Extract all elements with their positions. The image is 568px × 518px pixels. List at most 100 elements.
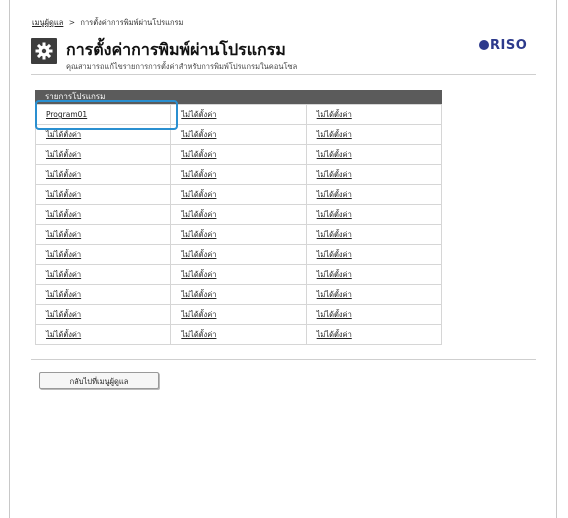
breadcrumb-admin-menu-link[interactable]: เมนูผู้ดูแล	[32, 18, 63, 27]
program-cell: ไม่ได้ตั้งค่า	[34, 284, 172, 305]
program-cell: ไม่ได้ตั้งค่า	[170, 144, 307, 165]
program-link[interactable]: ไม่ได้ตั้งค่า	[317, 130, 352, 139]
program-link[interactable]: ไม่ได้ตั้งค่า	[46, 250, 81, 259]
program-link[interactable]: Program01	[46, 110, 87, 119]
program-list: รายการโปรแกรม Program01 ไม่ได้ตั้งค่า ไม่ไ…	[34, 90, 443, 345]
program-link[interactable]: ไม่ได้ตั้งค่า	[46, 210, 81, 219]
program-cell: ไม่ได้ตั้งค่า	[305, 244, 443, 265]
program-list-header: รายการโปรแกรม	[35, 90, 442, 104]
program-link[interactable]: ไม่ได้ตั้งค่า	[181, 130, 216, 139]
program-link[interactable]: ไม่ได้ตั้งค่า	[46, 150, 81, 159]
program-cell: ไม่ได้ตั้งค่า	[170, 324, 307, 345]
table-row: ไม่ได้ตั้งค่า ไม่ได้ตั้งค่า ไม่ได้ตั้งค่า	[34, 184, 443, 205]
program-cell: ไม่ได้ตั้งค่า	[34, 224, 172, 245]
program-link[interactable]: ไม่ได้ตั้งค่า	[46, 270, 81, 279]
program-cell: ไม่ได้ตั้งค่า	[305, 164, 443, 185]
program-link[interactable]: ไม่ได้ตั้งค่า	[181, 230, 216, 239]
program-cell: ไม่ได้ตั้งค่า	[34, 184, 172, 205]
program-link[interactable]: ไม่ได้ตั้งค่า	[317, 310, 352, 319]
table-row: Program01 ไม่ได้ตั้งค่า ไม่ได้ตั้งค่า	[34, 104, 443, 125]
program-cell: ไม่ได้ตั้งค่า	[34, 124, 172, 145]
program-table: Program01 ไม่ได้ตั้งค่า ไม่ได้ตั้งค่า ไม่ได…	[34, 104, 443, 345]
program-link[interactable]: ไม่ได้ตั้งค่า	[181, 170, 216, 179]
table-row: ไม่ได้ตั้งค่า ไม่ได้ตั้งค่า ไม่ได้ตั้งค่า	[34, 304, 443, 325]
program-link[interactable]: ไม่ได้ตั้งค่า	[181, 210, 216, 219]
program-cell: ไม่ได้ตั้งค่า	[34, 164, 172, 185]
program-cell: ไม่ได้ตั้งค่า	[34, 144, 172, 165]
program-cell: ไม่ได้ตั้งค่า	[34, 264, 172, 285]
program-cell: ไม่ได้ตั้งค่า	[170, 304, 307, 325]
back-to-admin-menu-button[interactable]: กลับไปที่เมนูผู้ดูแล	[39, 372, 159, 389]
program-link[interactable]: ไม่ได้ตั้งค่า	[181, 190, 216, 199]
program-link[interactable]: ไม่ได้ตั้งค่า	[317, 210, 352, 219]
program-cell: ไม่ได้ตั้งค่า	[34, 304, 172, 325]
program-link[interactable]: ไม่ได้ตั้งค่า	[46, 130, 81, 139]
table-row: ไม่ได้ตั้งค่า ไม่ได้ตั้งค่า ไม่ได้ตั้งค่า	[34, 144, 443, 165]
program-link[interactable]: ไม่ได้ตั้งค่า	[317, 230, 352, 239]
program-link[interactable]: ไม่ได้ตั้งค่า	[181, 150, 216, 159]
breadcrumb-current: การตั้งค่าการพิมพ์ผ่านโปรแกรม	[80, 18, 184, 27]
riso-logo-text: RISO	[490, 38, 528, 53]
program-link[interactable]: ไม่ได้ตั้งค่า	[46, 230, 81, 239]
table-row: ไม่ได้ตั้งค่า ไม่ได้ตั้งค่า ไม่ได้ตั้งค่า	[34, 164, 443, 185]
program-cell: ไม่ได้ตั้งค่า	[305, 304, 443, 325]
riso-logo: RISO	[479, 38, 527, 53]
program-cell: ไม่ได้ตั้งค่า	[305, 264, 443, 285]
program-link[interactable]: ไม่ได้ตั้งค่า	[317, 270, 352, 279]
table-row: ไม่ได้ตั้งค่า ไม่ได้ตั้งค่า ไม่ได้ตั้งค่า	[34, 324, 443, 345]
table-row: ไม่ได้ตั้งค่า ไม่ได้ตั้งค่า ไม่ได้ตั้งค่า	[34, 224, 443, 245]
program-cell: ไม่ได้ตั้งค่า	[170, 184, 307, 205]
program-link[interactable]: ไม่ได้ตั้งค่า	[181, 110, 216, 119]
program-cell: ไม่ได้ตั้งค่า	[305, 124, 443, 145]
breadcrumb-separator: >	[68, 18, 76, 27]
program-cell: ไม่ได้ตั้งค่า	[305, 284, 443, 305]
program-cell: ไม่ได้ตั้งค่า	[305, 204, 443, 225]
program-cell: ไม่ได้ตั้งค่า	[305, 224, 443, 245]
program-link[interactable]: ไม่ได้ตั้งค่า	[46, 290, 81, 299]
program-link[interactable]: ไม่ได้ตั้งค่า	[317, 290, 352, 299]
program-cell: ไม่ได้ตั้งค่า	[170, 164, 307, 185]
program-cell: ไม่ได้ตั้งค่า	[34, 244, 172, 265]
program-link[interactable]: ไม่ได้ตั้งค่า	[46, 190, 81, 199]
riso-logo-mark-icon	[479, 40, 489, 50]
gear-icon	[31, 38, 57, 64]
program-link[interactable]: ไม่ได้ตั้งค่า	[317, 330, 352, 339]
program-cell: ไม่ได้ตั้งค่า	[305, 184, 443, 205]
program-cell: ไม่ได้ตั้งค่า	[170, 104, 307, 125]
program-cell: ไม่ได้ตั้งค่า	[305, 324, 443, 345]
table-row: ไม่ได้ตั้งค่า ไม่ได้ตั้งค่า ไม่ได้ตั้งค่า	[34, 124, 443, 145]
program-link[interactable]: ไม่ได้ตั้งค่า	[317, 150, 352, 159]
program-cell: ไม่ได้ตั้งค่า	[170, 284, 307, 305]
table-row: ไม่ได้ตั้งค่า ไม่ได้ตั้งค่า ไม่ได้ตั้งค่า	[34, 204, 443, 225]
footer-divider	[31, 359, 536, 360]
table-row: ไม่ได้ตั้งค่า ไม่ได้ตั้งค่า ไม่ได้ตั้งค่า	[34, 244, 443, 265]
program-cell: ไม่ได้ตั้งค่า	[305, 104, 443, 125]
table-row: ไม่ได้ตั้งค่า ไม่ได้ตั้งค่า ไม่ได้ตั้งค่า	[34, 284, 443, 305]
program-cell: ไม่ได้ตั้งค่า	[170, 244, 307, 265]
program-cell: ไม่ได้ตั้งค่า	[34, 204, 172, 225]
program-cell: ไม่ได้ตั้งค่า	[170, 204, 307, 225]
breadcrumb: เมนูผู้ดูแล > การตั้งค่าการพิมพ์ผ่านโปรแ…	[32, 17, 183, 29]
program-link[interactable]: ไม่ได้ตั้งค่า	[181, 290, 216, 299]
program-link[interactable]: ไม่ได้ตั้งค่า	[181, 250, 216, 259]
table-row: ไม่ได้ตั้งค่า ไม่ได้ตั้งค่า ไม่ได้ตั้งค่า	[34, 264, 443, 285]
program-link[interactable]: ไม่ได้ตั้งค่า	[181, 270, 216, 279]
program-cell: Program01	[34, 104, 172, 125]
program-link[interactable]: ไม่ได้ตั้งค่า	[317, 110, 352, 119]
program-link[interactable]: ไม่ได้ตั้งค่า	[181, 310, 216, 319]
program-cell: ไม่ได้ตั้งค่า	[170, 224, 307, 245]
program-cell: ไม่ได้ตั้งค่า	[34, 324, 172, 345]
program-link[interactable]: ไม่ได้ตั้งค่า	[46, 330, 81, 339]
program-link[interactable]: ไม่ได้ตั้งค่า	[317, 170, 352, 179]
program-cell: ไม่ได้ตั้งค่า	[305, 144, 443, 165]
program-link[interactable]: ไม่ได้ตั้งค่า	[317, 250, 352, 259]
page-subtitle: คุณสามารถแก้ไขรายการการตั้งค่าสำหรับการพ…	[66, 62, 298, 71]
program-link[interactable]: ไม่ได้ตั้งค่า	[317, 190, 352, 199]
program-link[interactable]: ไม่ได้ตั้งค่า	[181, 330, 216, 339]
header-divider	[31, 74, 536, 75]
page-title: การตั้งค่าการพิมพ์ผ่านโปรแกรม	[66, 40, 286, 59]
program-cell: ไม่ได้ตั้งค่า	[170, 124, 307, 145]
program-link[interactable]: ไม่ได้ตั้งค่า	[46, 170, 81, 179]
program-link[interactable]: ไม่ได้ตั้งค่า	[46, 310, 81, 319]
program-cell: ไม่ได้ตั้งค่า	[170, 264, 307, 285]
